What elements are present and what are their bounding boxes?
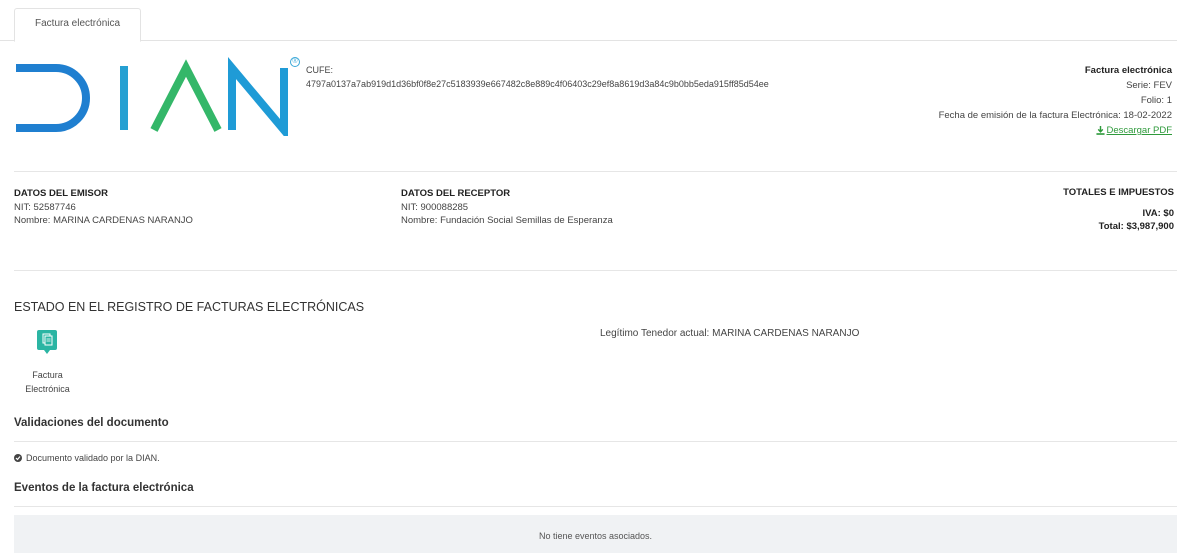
invoice-title: Factura electrónica bbox=[1084, 65, 1172, 76]
validaciones-heading: Validaciones del documento bbox=[14, 417, 169, 429]
divider bbox=[14, 506, 1177, 507]
divider bbox=[14, 441, 1177, 442]
estado-heading: ESTADO EN EL REGISTRO DE FACTURAS ELECTR… bbox=[14, 300, 365, 314]
receptor-nit: NIT: 900088285 bbox=[401, 202, 469, 213]
divider bbox=[14, 171, 1177, 172]
dian-logo bbox=[16, 57, 288, 136]
validation-text: Documento validado por la DIAN. bbox=[26, 453, 160, 463]
emisor-nit: NIT: 52587746 bbox=[14, 202, 76, 213]
factura-electronica-icon[interactable] bbox=[37, 330, 57, 354]
validation-item: Documento validado por la DIAN. bbox=[14, 453, 160, 463]
receptor-block: DATOS DEL RECEPTOR NIT: 900088285 Nombre… bbox=[401, 187, 613, 227]
cufe-value: 4797a0137a7ab919d1d36bf0f8e27c5183939e66… bbox=[306, 79, 769, 89]
download-pdf-link[interactable]: Descargar PDF bbox=[1095, 123, 1172, 138]
totales-heading: TOTALES E IMPUESTOS bbox=[1063, 187, 1174, 198]
cufe-label: CUFE: bbox=[306, 65, 333, 75]
tab-factura-electronica[interactable]: Factura electrónica bbox=[14, 8, 142, 42]
emisor-block: DATOS DEL EMISOR NIT: 52587746 Nombre: M… bbox=[14, 187, 193, 227]
totales-total: Total: $3,987,900 bbox=[1098, 221, 1174, 232]
download-icon bbox=[1095, 126, 1105, 135]
eventos-heading: Eventos de la factura electrónica bbox=[14, 482, 194, 494]
totales-iva: IVA: $0 bbox=[1142, 208, 1174, 219]
no-events-message: No tiene eventos asociados. bbox=[14, 515, 1177, 553]
check-circle-icon bbox=[14, 454, 22, 462]
invoice-folio: Folio: 1 bbox=[1140, 95, 1172, 106]
emisor-heading: DATOS DEL EMISOR bbox=[14, 188, 108, 199]
legitimo-tenedor: Legítimo Tenedor actual: MARINA CARDENAS… bbox=[600, 328, 860, 339]
download-pdf-label: Descargar PDF bbox=[1106, 125, 1172, 136]
receptor-nombre: Nombre: Fundación Social Semillas de Esp… bbox=[401, 215, 613, 226]
cufe-block: CUFE: 4797a0137a7ab919d1d36bf0f8e27c5183… bbox=[306, 63, 769, 91]
factura-electronica-label: Factura Electrónica bbox=[25, 370, 70, 394]
invoice-serie: Serie: FEV bbox=[1126, 80, 1172, 91]
totales-block: TOTALES E IMPUESTOS IVA: $0 Total: $3,98… bbox=[1063, 187, 1174, 233]
receptor-heading: DATOS DEL RECEPTOR bbox=[401, 188, 511, 199]
emisor-nombre: Nombre: MARINA CARDENAS NARANJO bbox=[14, 215, 193, 226]
tab-bar: Factura electrónica bbox=[0, 0, 1177, 42]
registered-mark: ® bbox=[290, 57, 300, 67]
invoice-fecha: Fecha de emisión de la factura Electróni… bbox=[938, 110, 1172, 121]
invoice-summary: Factura electrónica Serie: FEV Folio: 1 … bbox=[939, 63, 1172, 140]
divider bbox=[14, 270, 1177, 271]
